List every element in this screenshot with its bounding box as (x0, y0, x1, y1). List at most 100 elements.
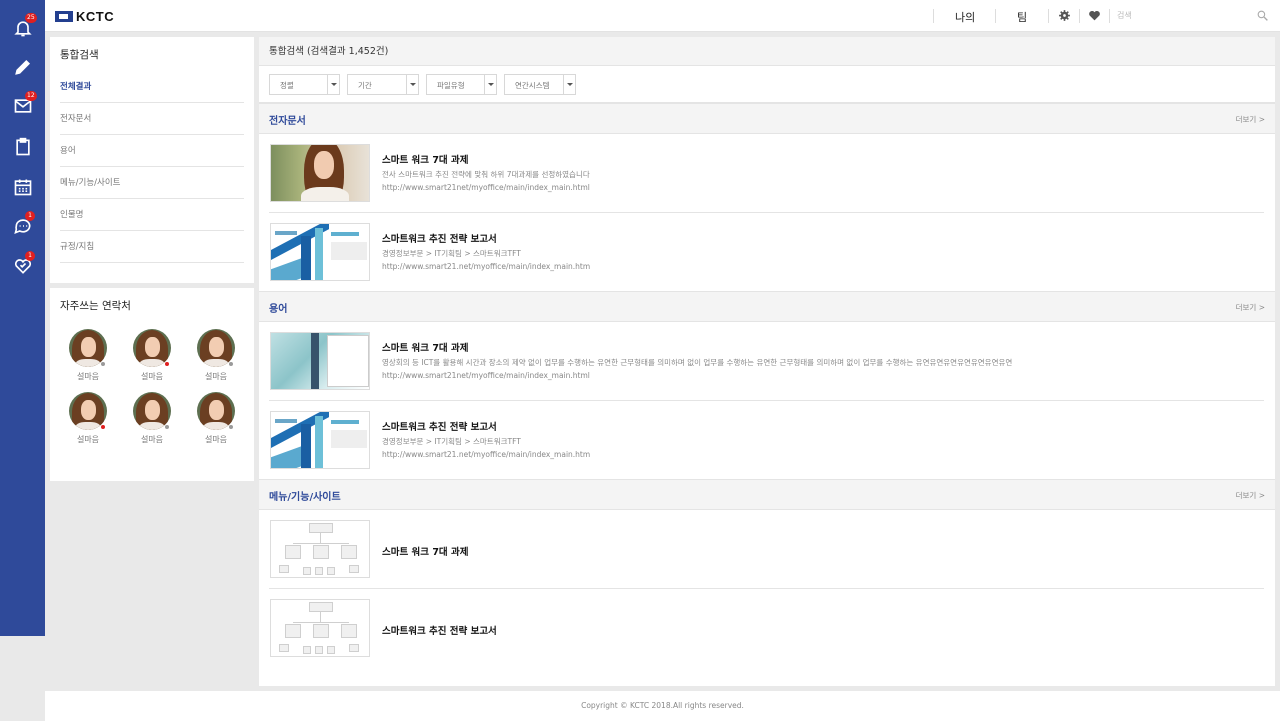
filter-label: 연간시스템 (515, 81, 550, 90)
left-rail: 25 12 1 1 (0, 0, 45, 636)
chevron-down-icon (327, 75, 339, 94)
contact-name: 설마음 (204, 435, 228, 444)
favorites-badge: 1 (25, 251, 35, 261)
chevron-down-icon (406, 75, 418, 94)
favorites-button[interactable]: 1 (0, 247, 45, 285)
search-results-panel: 통합검색 (검색결과 1,452건) 정렬 기간 파일유형 연간시스템 전자문서… (259, 37, 1275, 686)
result-thumbnail (270, 332, 370, 390)
pencil-icon (14, 59, 30, 75)
result-description: 경영정보부문 > IT기획팀 > 스마트워크TFT (382, 437, 521, 446)
logo-mark-icon (55, 10, 73, 22)
kctc-logo[interactable]: KCTC (55, 8, 115, 24)
result-thumbnail (270, 411, 370, 469)
gear-icon[interactable] (1058, 9, 1071, 22)
status-dot (228, 424, 234, 430)
more-link[interactable]: 더보기 > (1236, 302, 1265, 313)
period-select[interactable]: 기간 (347, 74, 419, 95)
team-menu-link[interactable]: 팀 (1017, 9, 1027, 25)
results-header: 통합검색 (검색결과 1,452건) (259, 37, 1275, 66)
result-title[interactable]: 스마트워크 추진 전략 보고서 (382, 231, 497, 245)
result-item[interactable]: 스마트워크 추진 전략 보고서 (269, 589, 1264, 668)
search-input[interactable]: 검색 (1117, 10, 1132, 21)
result-item[interactable]: 스마트 워크 7대 과제 (269, 510, 1264, 589)
result-title[interactable]: 스마트워크 추진 전략 보고서 (382, 623, 497, 637)
result-title[interactable]: 스마트 워크 7대 과제 (382, 544, 468, 558)
result-url[interactable]: http://www.smart21net/myoffice/main/inde… (382, 371, 590, 380)
result-thumbnail (270, 599, 370, 657)
category-all-results[interactable]: 전체결과 (60, 71, 244, 103)
calendar-button[interactable] (0, 168, 45, 206)
status-dot (164, 424, 170, 430)
sort-select[interactable]: 정렬 (269, 74, 340, 95)
result-url[interactable]: http://www.smart21.net/myoffice/main/ind… (382, 450, 590, 459)
result-description: 전사 스마트워크 추진 전략에 맞춰 하위 7대과제를 선정하였습니다 (382, 170, 590, 179)
contact-name: 설마음 (140, 435, 164, 444)
category-terms[interactable]: 용어 (60, 135, 244, 167)
contact-card[interactable]: 설마음 (127, 392, 177, 445)
category-people[interactable]: 인물명 (60, 199, 244, 231)
footer-copyright: Copyright © KCTC 2018.All rights reserve… (45, 691, 1280, 721)
divider (1048, 9, 1049, 23)
top-bar: KCTC 나의 팀 검색 (45, 0, 1280, 32)
result-description: 영상회의 등 ICT를 활용해 시간과 장소의 제약 없이 업무를 수행하는 유… (382, 358, 1013, 367)
section-header-menu-function-site: 메뉴/기능/사이트 더보기 > (259, 479, 1275, 510)
file-type-select[interactable]: 파일유형 (426, 74, 497, 95)
system-select[interactable]: 연간시스템 (504, 74, 576, 95)
result-url[interactable]: http://www.smart21.net/myoffice/main/ind… (382, 262, 590, 271)
result-title[interactable]: 스마트워크 추진 전략 보고서 (382, 419, 497, 433)
filter-label: 기간 (358, 81, 372, 90)
section-title: 메뉴/기능/사이트 (269, 492, 341, 503)
chevron-down-icon (563, 75, 575, 94)
heart-icon[interactable] (1088, 9, 1101, 22)
result-url[interactable]: http://www.smart21net/myoffice/main/inde… (382, 183, 590, 192)
section-title: 전자문서 (269, 116, 306, 127)
more-link[interactable]: 더보기 > (1236, 490, 1265, 501)
my-menu-link[interactable]: 나의 (955, 9, 975, 25)
filter-bar: 정렬 기간 파일유형 연간시스템 (259, 66, 1275, 103)
section-header-e-documents: 전자문서 더보기 > (259, 103, 1275, 134)
contact-name: 설마음 (140, 372, 164, 381)
messenger-badge: 1 (25, 211, 35, 221)
filter-label: 정렬 (280, 81, 294, 90)
divider (995, 9, 996, 23)
contact-name: 설마음 (204, 372, 228, 381)
more-link[interactable]: 더보기 > (1236, 114, 1265, 125)
result-item[interactable]: 스마트 워크 7대 과제 전사 스마트워크 추진 전략에 맞춰 하위 7대과제를… (269, 134, 1264, 213)
status-dot (100, 424, 106, 430)
mail-button[interactable]: 12 (0, 87, 45, 125)
category-e-documents[interactable]: 전자문서 (60, 103, 244, 135)
divider (933, 9, 934, 23)
section-header-terms: 용어 더보기 > (259, 291, 1275, 322)
approval-button[interactable] (0, 128, 45, 166)
frequent-contacts-title: 자주쓰는 연락처 (60, 300, 131, 312)
result-item[interactable]: 스마트워크 추진 전략 보고서 경영정보부문 > IT기획팀 > 스마트워크TF… (269, 401, 1264, 480)
result-title[interactable]: 스마트 워크 7대 과제 (382, 340, 468, 354)
result-description: 경영정보부문 > IT기획팀 > 스마트워크TFT (382, 249, 521, 258)
result-item[interactable]: 스마트 워크 7대 과제 영상회의 등 ICT를 활용해 시간과 장소의 제약 … (269, 322, 1264, 401)
clipboard-icon (15, 137, 30, 156)
logo-text: KCTC (76, 8, 115, 24)
result-title[interactable]: 스마트 워크 7대 과제 (382, 152, 468, 166)
contact-card[interactable]: 설마음 (63, 329, 113, 382)
contact-card[interactable]: 설마음 (63, 392, 113, 445)
result-thumbnail (270, 520, 370, 578)
contact-card[interactable]: 설마음 (127, 329, 177, 382)
write-button[interactable] (0, 48, 45, 86)
notifications-button[interactable]: 25 (0, 9, 45, 47)
contact-card[interactable]: 설마음 (191, 392, 241, 445)
messenger-button[interactable]: 1 (0, 207, 45, 245)
category-regulations[interactable]: 규정/지침 (60, 231, 244, 263)
contact-card[interactable]: 설마음 (191, 329, 241, 382)
calendar-icon (14, 179, 31, 196)
result-thumbnail (270, 223, 370, 281)
result-thumbnail (270, 144, 370, 202)
search-category-title: 통합검색 (60, 49, 99, 61)
result-item[interactable]: 스마트워크 추진 전략 보고서 경영정보부문 > IT기획팀 > 스마트워크TF… (269, 213, 1264, 292)
status-dot (164, 361, 170, 367)
divider (1079, 9, 1080, 23)
mail-badge: 12 (25, 91, 37, 101)
category-menu-function-site[interactable]: 메뉴/기능/사이트 (60, 167, 244, 199)
search-icon[interactable] (1256, 9, 1269, 22)
contact-name: 설마음 (76, 435, 100, 444)
notification-badge: 25 (25, 13, 37, 23)
